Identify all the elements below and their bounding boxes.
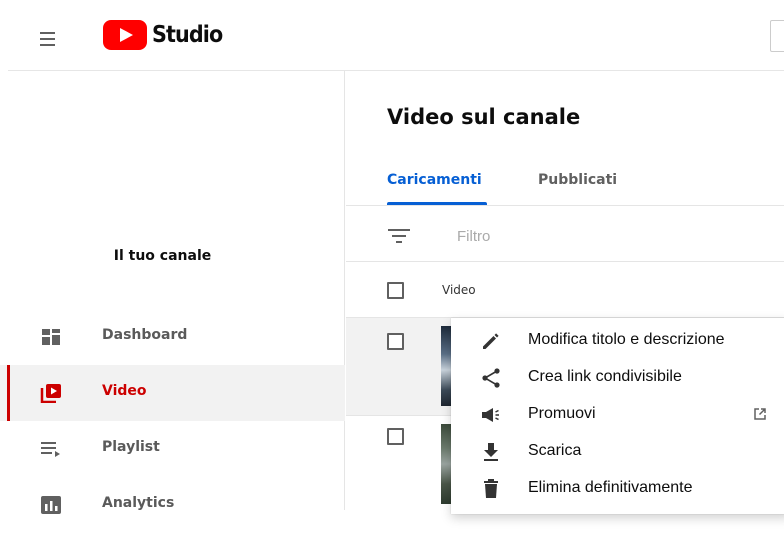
top-bar: Studio <box>0 0 784 70</box>
logo-text: Studio <box>152 22 223 48</box>
menu-item-delete-forever[interactable]: Elimina definitivamente <box>451 470 784 507</box>
hamburger-menu-icon[interactable] <box>37 31 59 47</box>
sidebar-item-label: Playlist <box>102 439 160 455</box>
tab-pubblicati[interactable]: Pubblicati <box>538 172 617 188</box>
menu-item-label: Modifica titolo e descrizione <box>528 331 725 348</box>
channel-label: Il tuo canale <box>113 248 212 264</box>
youtube-play-logo-icon <box>103 20 147 50</box>
share-icon <box>482 368 500 388</box>
menu-item-label: Crea link condivisibile <box>528 368 682 385</box>
sidebar-item-video[interactable]: Video <box>0 365 345 421</box>
sidebar-item-label: Analytics <box>102 495 175 511</box>
video-options-menu: Modifica titolo e descrizione Crea link … <box>451 318 784 514</box>
menu-item-download[interactable]: Scarica <box>451 433 784 470</box>
sidebar-item-playlist[interactable]: Playlist <box>0 421 345 477</box>
sidebar: Il tuo canale Dashboard Video Playlist A… <box>0 71 345 514</box>
sidebar-item-label: Dashboard <box>102 327 188 343</box>
menu-item-share-link[interactable]: Crea link condivisibile <box>451 359 784 396</box>
pencil-icon <box>483 333 499 349</box>
menu-item-label: Elimina definitivamente <box>528 479 693 496</box>
trash-icon <box>484 479 498 498</box>
menu-item-edit-title[interactable]: Modifica titolo e descrizione <box>451 322 784 359</box>
row-checkbox[interactable] <box>387 428 404 445</box>
studio-logo[interactable]: Studio <box>103 20 230 50</box>
dashboard-icon <box>42 329 60 345</box>
sidebar-item-analytics[interactable]: Analytics <box>0 477 345 533</box>
sidebar-item-label: Video <box>102 383 147 399</box>
menu-item-label: Promuovi <box>528 405 596 422</box>
menu-item-promote[interactable]: Promuovi <box>451 396 784 433</box>
analytics-icon <box>41 496 61 514</box>
megaphone-icon <box>482 408 499 422</box>
filter-input[interactable] <box>457 225 657 247</box>
row-checkbox[interactable] <box>387 333 404 350</box>
menu-item-label: Scarica <box>528 442 582 459</box>
column-header-video: Video <box>442 283 476 297</box>
search-box[interactable] <box>770 20 784 52</box>
filter-icon[interactable] <box>388 229 410 245</box>
filter-divider <box>346 261 784 262</box>
tabs-divider <box>346 205 784 206</box>
playlist-icon <box>41 442 60 457</box>
video-icon <box>40 384 61 403</box>
sidebar-item-dashboard[interactable]: Dashboard <box>0 309 345 365</box>
page-title: Video sul canale <box>387 105 581 129</box>
external-link-icon <box>754 408 766 420</box>
select-all-checkbox[interactable] <box>387 282 404 299</box>
tab-caricamenti[interactable]: Caricamenti <box>387 172 482 188</box>
download-icon <box>484 443 498 461</box>
